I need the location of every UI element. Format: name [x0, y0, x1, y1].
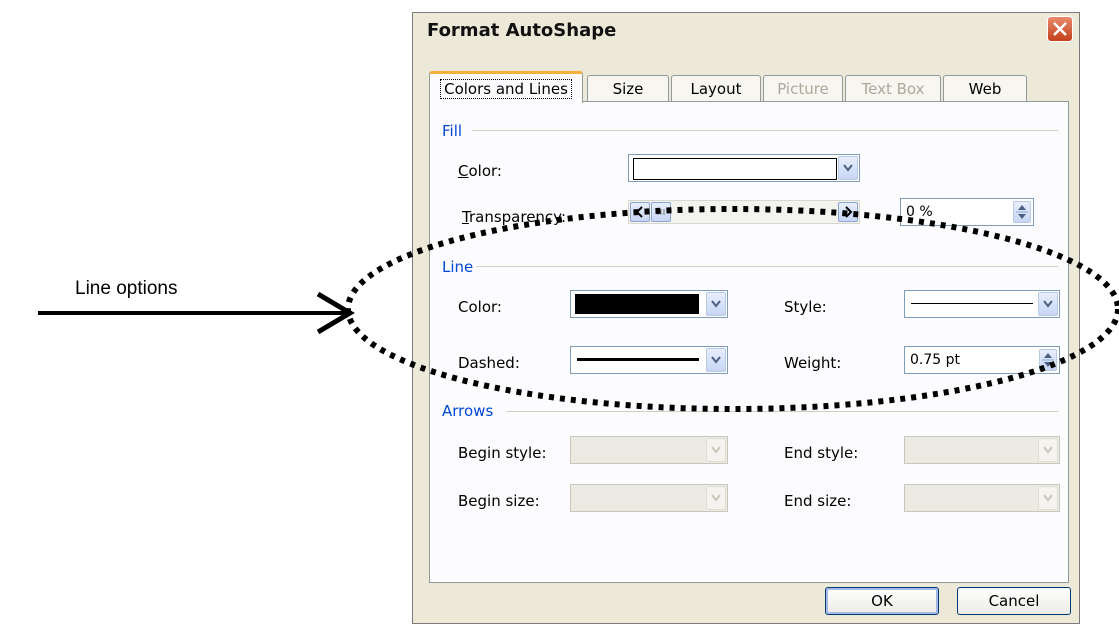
begin-size-dropdown-button [706, 486, 726, 510]
weight-spinner[interactable]: 0.75 pt [904, 346, 1060, 374]
fill-color-dropdown-button[interactable] [838, 156, 858, 180]
transparency-value: 0 % [906, 204, 933, 220]
chevron-down-icon [711, 494, 721, 502]
chevron-down-icon [1043, 446, 1053, 454]
fill-color-dropdown[interactable] [628, 154, 860, 182]
line-divider [476, 266, 1058, 267]
slider-left-button[interactable] [630, 202, 650, 222]
end-size-label: End size: [784, 492, 852, 510]
grip-icon [657, 209, 665, 215]
tab-size[interactable]: Size [587, 75, 669, 101]
fill-color-swatch [633, 158, 837, 180]
line-style-dropdown[interactable] [904, 290, 1060, 318]
dashed-label: Dashed: [458, 354, 520, 372]
transparency-spinner[interactable]: 0 % [900, 198, 1034, 226]
transparency-label: Transparency: [462, 208, 567, 226]
dashed-preview [577, 358, 699, 361]
tab-web[interactable]: Web [943, 75, 1027, 101]
spin-up-down-icon [1042, 353, 1054, 367]
tab-colors-and-lines[interactable]: Colors and Lines [429, 71, 583, 103]
tab-panel: Fill Color: Transparency: 0 % Line Color… [429, 101, 1069, 583]
transparency-slider[interactable] [628, 200, 860, 224]
arrow-left-icon [635, 206, 643, 218]
arrow-right-icon [845, 206, 853, 218]
spin-up-down-icon [1016, 205, 1028, 219]
dashed-dropdown[interactable] [570, 346, 728, 374]
line-style-dropdown-button[interactable] [1038, 292, 1058, 316]
end-style-label: End style: [784, 444, 859, 462]
chevron-down-icon [1043, 494, 1053, 502]
tab-text-box: Text Box [845, 75, 941, 101]
tab-layout[interactable]: Layout [671, 75, 761, 101]
annotation-label: Line options [75, 278, 178, 299]
line-style-preview [911, 303, 1033, 304]
begin-style-dropdown-button [706, 438, 726, 462]
begin-size-dropdown [570, 484, 728, 512]
begin-style-dropdown [570, 436, 728, 464]
end-size-dropdown [904, 484, 1060, 512]
tab-label: Colors and Lines [440, 78, 572, 99]
dialog-title: Format AutoShape [427, 20, 617, 41]
chevron-down-icon [711, 300, 721, 308]
end-size-dropdown-button [1038, 486, 1058, 510]
close-button[interactable] [1047, 16, 1073, 42]
line-color-label: Color: [458, 298, 502, 316]
arrows-group-header: Arrows [442, 402, 494, 420]
end-style-dropdown-button [1038, 438, 1058, 462]
slider-thumb[interactable] [651, 202, 671, 222]
line-group-header: Line [442, 258, 474, 276]
ok-button[interactable]: OK [825, 587, 939, 615]
line-color-dropdown[interactable] [570, 290, 728, 318]
fill-divider [472, 130, 1058, 131]
line-color-dropdown-button[interactable] [706, 292, 726, 316]
fill-group-header: Fill [442, 122, 463, 140]
title-bar: Format AutoShape [413, 13, 1079, 45]
weight-spin-buttons[interactable] [1039, 349, 1057, 371]
weight-label: Weight: [784, 354, 842, 372]
spin-buttons[interactable] [1013, 201, 1031, 223]
begin-style-label: Begin style: [458, 444, 547, 462]
close-icon [1053, 22, 1067, 36]
tab-picture: Picture [763, 75, 843, 101]
fill-color-label: Color: [458, 162, 502, 180]
weight-value: 0.75 pt [910, 352, 960, 368]
line-style-label: Style: [784, 298, 827, 316]
format-autoshape-dialog: Format AutoShape Colors and Lines Size L… [412, 12, 1080, 624]
chevron-down-icon [711, 356, 721, 364]
dashed-dropdown-button[interactable] [706, 348, 726, 372]
begin-size-label: Begin size: [458, 492, 540, 510]
cancel-button[interactable]: Cancel [957, 587, 1071, 615]
end-style-dropdown [904, 436, 1060, 464]
slider-right-button[interactable] [838, 202, 858, 222]
chevron-down-icon [1043, 300, 1053, 308]
chevron-down-icon [843, 164, 853, 172]
line-color-swatch [575, 294, 699, 314]
annotation-arrowhead [316, 291, 355, 335]
chevron-down-icon [711, 446, 721, 454]
arrows-divider [506, 411, 1058, 412]
